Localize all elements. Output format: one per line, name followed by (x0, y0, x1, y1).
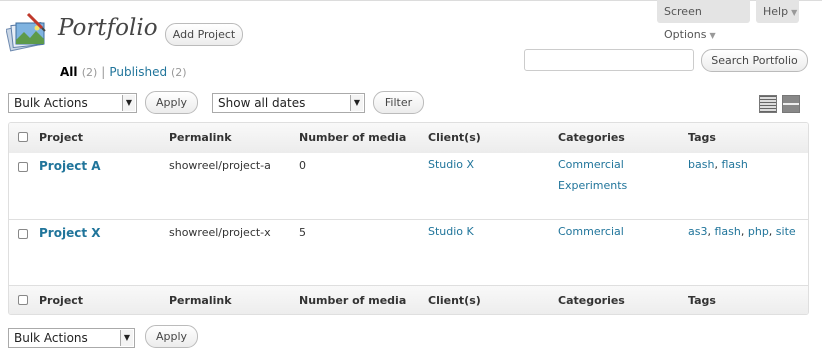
column-header-media: Number of media (299, 131, 407, 144)
category-link[interactable]: Commercial (558, 158, 624, 171)
column-footer-tags: Tags (688, 294, 716, 307)
category-link[interactable]: Experiments (558, 179, 627, 192)
filter-all-link[interactable]: All (2) (60, 65, 97, 79)
apply-button-top[interactable]: Apply (145, 91, 198, 114)
filter-button[interactable]: Filter (373, 91, 424, 114)
project-title-link[interactable]: Project A (39, 159, 101, 173)
tag-link[interactable]: as3 (688, 225, 707, 238)
select-all-checkbox[interactable] (18, 295, 28, 305)
chevron-down-icon: ▼ (120, 330, 133, 346)
column-header-clients: Client(s) (428, 131, 481, 144)
column-footer-categories: Categories (558, 294, 625, 307)
date-filter-select[interactable]: Show all dates ▼ (212, 93, 365, 113)
row-checkbox[interactable] (18, 162, 28, 172)
table-footer: Project Permalink Number of media Client… (9, 285, 808, 314)
column-footer-permalink: Permalink (169, 294, 232, 307)
chevron-down-icon: ▼ (791, 8, 798, 17)
add-project-button[interactable]: Add Project (165, 23, 243, 46)
tag-link[interactable]: flash (721, 158, 747, 171)
tag-link[interactable]: bash (688, 158, 714, 171)
media-count: 5 (299, 226, 306, 239)
filter-separator: | (101, 65, 106, 79)
tag-link[interactable]: php (748, 225, 769, 238)
apply-button-bottom[interactable]: Apply (145, 325, 198, 348)
status-filter-links: All (2) | Published (2) (60, 65, 187, 79)
client-link[interactable]: Studio X (428, 158, 474, 171)
tag-link[interactable]: flash (714, 225, 740, 238)
filter-published-count: (2) (170, 66, 187, 79)
column-header-project[interactable]: Project (39, 131, 83, 144)
column-footer-project[interactable]: Project (39, 294, 83, 307)
projects-table: Project Permalink Number of media Client… (8, 122, 809, 315)
permalink-text: showreel/project-x (169, 226, 271, 239)
select-all-checkbox[interactable] (18, 132, 28, 142)
date-filter-value: Show all dates (218, 96, 306, 110)
permalink-text: showreel/project-a (169, 159, 271, 172)
filter-published-label: Published (109, 65, 168, 79)
chevron-down-icon: ▼ (350, 95, 363, 111)
category-link[interactable]: Commercial (558, 225, 624, 238)
search-input[interactable] (524, 49, 694, 71)
bulk-actions-value: Bulk Actions (14, 96, 88, 110)
filter-published-link[interactable]: Published (2) (109, 65, 186, 79)
table-row: Project X showreel/project-x 5 Studio K … (9, 220, 808, 285)
client-link[interactable]: Studio K (428, 225, 474, 238)
project-title-link[interactable]: Project X (39, 226, 101, 240)
portfolio-icon (6, 12, 46, 52)
chevron-down-icon: ▼ (709, 31, 716, 40)
help-label: Help (763, 5, 789, 18)
column-header-tags: Tags (688, 131, 716, 144)
table-row: Project A showreel/project-a 0 Studio X … (9, 153, 808, 220)
column-header-permalink: Permalink (169, 131, 232, 144)
column-footer-media: Number of media (299, 294, 407, 307)
page-title: Portfolio (58, 15, 158, 41)
chevron-down-icon: ▼ (122, 95, 135, 111)
excerpt-view-icon[interactable] (782, 95, 800, 113)
row-checkbox[interactable] (18, 229, 28, 239)
help-tab[interactable]: Help ▼ (756, 0, 799, 23)
tag-link[interactable]: site (776, 225, 796, 238)
column-header-categories: Categories (558, 131, 625, 144)
media-count: 0 (299, 159, 306, 172)
tags-list: bash, flash (688, 158, 748, 171)
filter-all-count: (2) (81, 66, 98, 79)
tags-list: as3, flash, php, site (688, 225, 796, 238)
list-view-icon[interactable] (759, 95, 777, 113)
screen-options-label: Screen Options (664, 5, 707, 41)
filter-all-label: All (60, 65, 78, 79)
column-footer-clients: Client(s) (428, 294, 481, 307)
screen-options-tab[interactable]: Screen Options ▼ (657, 0, 750, 41)
bulk-actions-select-bottom[interactable]: Bulk Actions ▼ (8, 328, 135, 348)
table-header: Project Permalink Number of media Client… (9, 123, 808, 154)
bulk-actions-select-top[interactable]: Bulk Actions ▼ (8, 93, 137, 113)
search-portfolio-button[interactable]: Search Portfolio (701, 49, 808, 72)
